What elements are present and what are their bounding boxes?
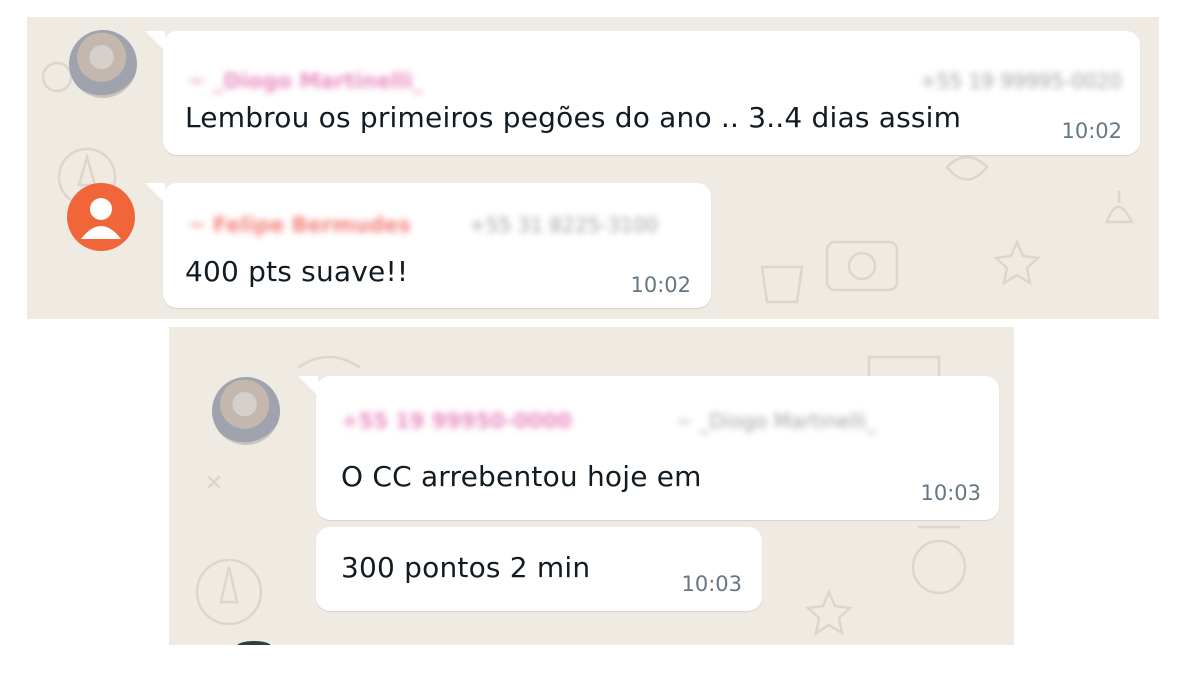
message-bubble: +55 19 99950-0000 ~ _Diogo Martinelli_ O… xyxy=(298,376,999,520)
message-time: 10:03 xyxy=(920,481,981,505)
default-avatar-icon[interactable] xyxy=(67,183,135,251)
message-time: 10:02 xyxy=(1061,119,1122,143)
chat-screenshot-top: ~ _Diogo Martinelli_ +55 19 99995-0020 L… xyxy=(27,17,1159,319)
bubble-tail xyxy=(298,376,318,396)
bubble-tail xyxy=(145,31,165,51)
message-bubble: ~ Felipe Bermudes +55 31 8225-3100 400 p… xyxy=(145,183,711,308)
message-text: 400 pts suave!! xyxy=(185,255,409,288)
message-text: Lembrou os primeiros pegões do ano .. 3.… xyxy=(185,101,962,134)
bubble-tail xyxy=(145,183,165,203)
sender-name[interactable]: ~ Felipe Bermudes xyxy=(188,213,411,237)
sender-name[interactable]: +55 19 99950-0000 xyxy=(341,409,572,433)
next-avatar-partial xyxy=(237,641,271,645)
sender-avatar-photo[interactable] xyxy=(212,377,280,445)
sender-avatar-photo[interactable] xyxy=(69,30,137,98)
person-silhouette-icon xyxy=(81,198,121,239)
sender-phone: ~ _Diogo Martinelli_ xyxy=(676,409,877,433)
sender-phone: +55 31 8225-3100 xyxy=(469,213,659,237)
message-time: 10:03 xyxy=(681,572,742,596)
sender-phone: +55 19 99995-0020 xyxy=(919,69,1122,93)
message-bubble: ~ _Diogo Martinelli_ +55 19 99995-0020 L… xyxy=(145,31,1140,155)
sender-name[interactable]: ~ _Diogo Martinelli_ xyxy=(188,69,423,93)
message-text: O CC arrebentou hoje em xyxy=(341,460,702,493)
message-bubble: 300 pontos 2 min 10:03 xyxy=(316,527,762,611)
chat-screenshot-bottom: +55 19 99950-0000 ~ _Diogo Martinelli_ O… xyxy=(169,327,1014,645)
message-time: 10:02 xyxy=(630,273,691,297)
message-text: 300 pontos 2 min xyxy=(341,551,591,584)
